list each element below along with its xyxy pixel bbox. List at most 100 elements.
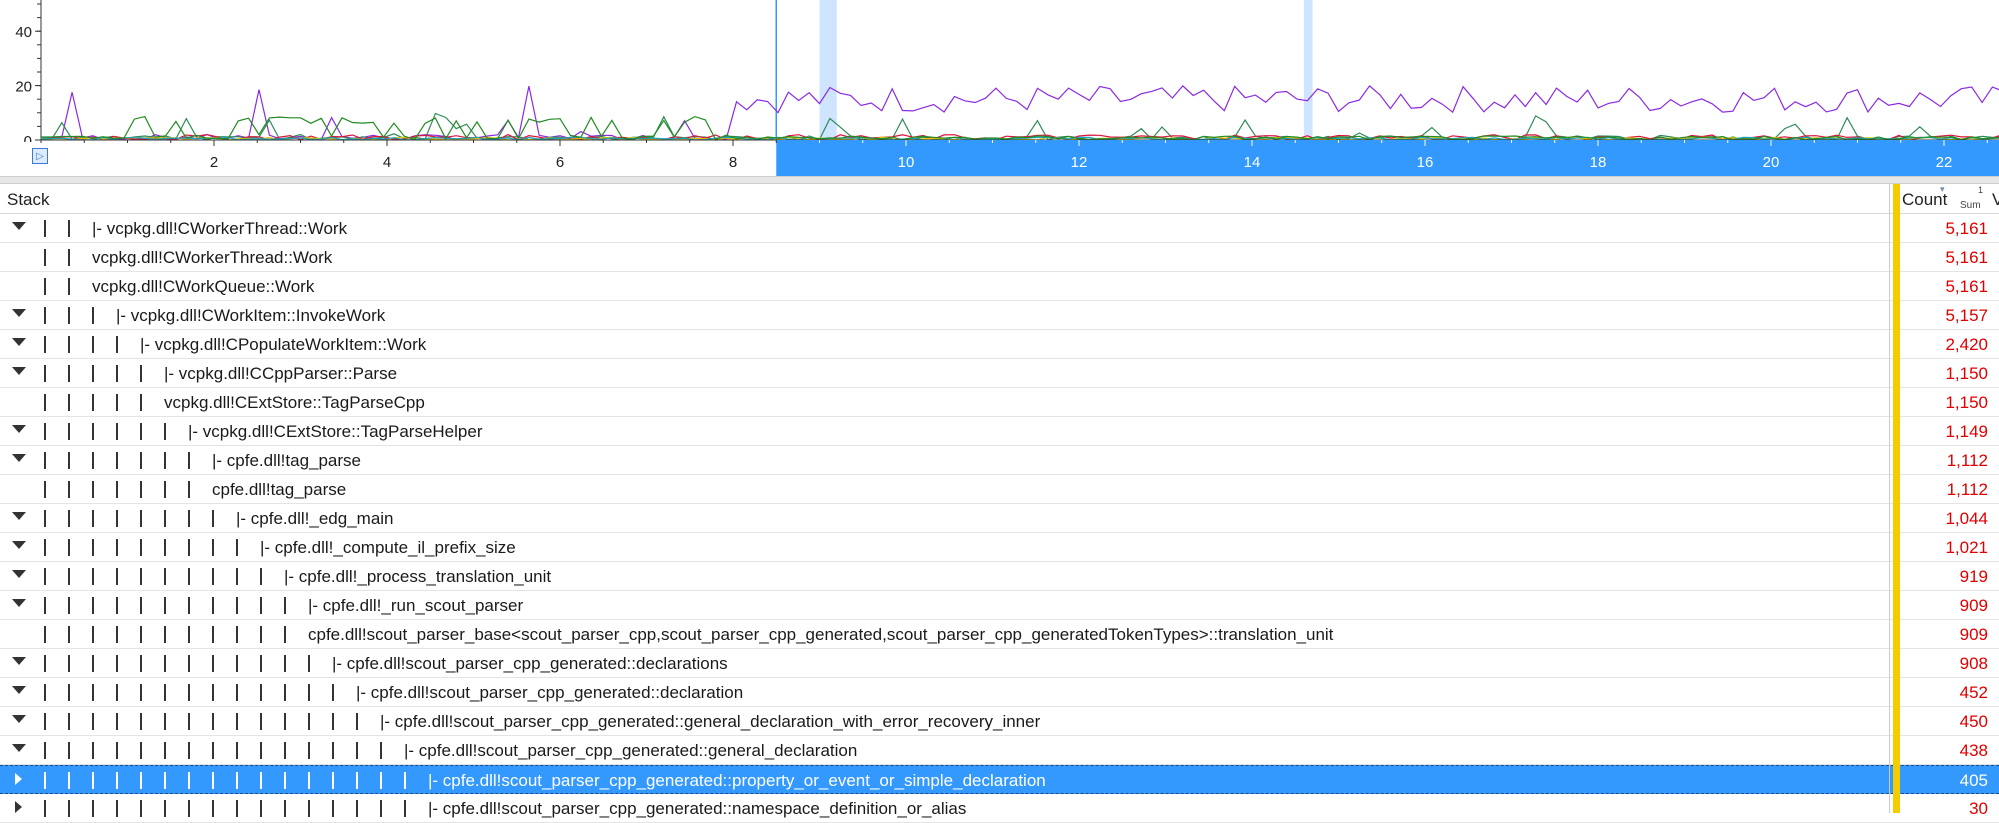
tree-guide-line: [188, 481, 190, 498]
tree-guide-line: [116, 394, 118, 411]
table-row[interactable]: |- cpfe.dll!scout_parser_cpp_generated::…: [0, 707, 1999, 736]
tree-guide-line: [116, 655, 118, 672]
x-tick-label: 12: [1071, 154, 1088, 171]
collapse-arrow-icon[interactable]: [12, 657, 26, 665]
tree-guide-line: [140, 713, 142, 730]
collapse-arrow-icon[interactable]: [12, 686, 26, 694]
column-header-next[interactable]: V: [1992, 190, 1999, 210]
collapse-arrow-icon[interactable]: [12, 599, 26, 607]
time-axis-svg[interactable]: 2468101214161820222426283032343638404244: [0, 140, 1999, 176]
collapse-arrow-icon[interactable]: [12, 570, 26, 578]
tree-guide-line: [68, 684, 70, 701]
table-row[interactable]: vcpkg.dll!CWorkerThread::Work 5,161: [0, 243, 1999, 272]
tree-guide-line: [44, 307, 46, 324]
count-cell: 5,161: [1945, 277, 1988, 296]
stack-frame-label: vcpkg.dll!CWorkerThread::Work: [92, 248, 333, 267]
tree-guide-line: [44, 481, 46, 498]
tree-guide-line: [332, 800, 334, 817]
collapse-arrow-icon[interactable]: [12, 454, 26, 462]
stack-frame-label: |- vcpkg.dll!CExtStore::TagParseHelper: [188, 422, 483, 441]
tree-guide-line: [68, 423, 70, 440]
collapse-arrow-icon[interactable]: [12, 744, 26, 752]
table-row[interactable]: |- cpfe.dll!scout_parser_cpp_generated::…: [0, 678, 1999, 707]
table-row[interactable]: vcpkg.dll!CExtStore::TagParseCpp 1,150: [0, 388, 1999, 417]
table-row[interactable]: |- cpfe.dll!tag_parse 1,112: [0, 446, 1999, 475]
tree-guide-line: [284, 684, 286, 701]
tree-guide-line: [260, 742, 262, 759]
x-tick-label: 2: [210, 154, 218, 171]
table-row[interactable]: |- cpfe.dll!scout_parser_cpp_generated::…: [0, 794, 1999, 823]
expand-graph-button[interactable]: ▷: [32, 148, 48, 164]
tree-guide-line: [44, 568, 46, 585]
table-row[interactable]: |- cpfe.dll!_run_scout_parser 909: [0, 591, 1999, 620]
tree-guide-line: [44, 510, 46, 527]
table-row[interactable]: |- vcpkg.dll!CWorkerThread::Work 5,161: [0, 214, 1999, 243]
tree-guide-line: [92, 307, 94, 324]
table-row[interactable]: |- cpfe.dll!scout_parser_cpp_generated::…: [0, 736, 1999, 765]
count-cell: 450: [1959, 712, 1988, 731]
collapse-arrow-icon[interactable]: [12, 512, 26, 520]
column-header-stack[interactable]: Stack: [7, 190, 50, 210]
tree-guide-line: [164, 452, 166, 469]
column-separator[interactable]: [1889, 184, 1890, 813]
collapse-arrow-icon[interactable]: [12, 222, 26, 230]
tree-guide-line: [212, 510, 214, 527]
time-axis[interactable]: 2468101214161820222426283032343638404244: [0, 140, 1999, 176]
table-row[interactable]: |- cpfe.dll!scout_parser_cpp_generated::…: [0, 649, 1999, 678]
tree-guide-line: [236, 626, 238, 643]
collapse-arrow-icon[interactable]: [12, 338, 26, 346]
x-tick-label: 8: [729, 154, 737, 171]
table-row[interactable]: |- vcpkg.dll!CExtStore::TagParseHelper 1,…: [0, 417, 1999, 446]
tree-guide-line: [140, 423, 142, 440]
stack-frame-label: |- cpfe.dll!scout_parser_cpp_generated::…: [404, 741, 858, 760]
count-cell: 5,157: [1945, 306, 1988, 325]
tree-guide-line: [92, 539, 94, 556]
collapse-arrow-icon[interactable]: [12, 309, 26, 317]
tree-guide-line: [92, 568, 94, 585]
tree-guide-line: [116, 481, 118, 498]
stack-frame-label: |- cpfe.dll!scout_parser_cpp_generated::…: [428, 771, 1046, 790]
timeline-chart-svg[interactable]: 40200: [0, 0, 1999, 142]
tree-guide-line: [140, 539, 142, 556]
count-cell: 452: [1959, 683, 1988, 702]
table-row[interactable]: |- cpfe.dll!_compute_il_prefix_size 1,021: [0, 533, 1999, 562]
collapse-arrow-icon[interactable]: [12, 715, 26, 723]
tree-guide-line: [308, 742, 310, 759]
collapse-arrow-icon[interactable]: [12, 425, 26, 433]
tree-guide-line: [188, 742, 190, 759]
collapse-arrow-icon[interactable]: [12, 367, 26, 375]
tree-guide-line: [68, 220, 70, 237]
stack-frame-label: |- vcpkg.dll!CCppParser::Parse: [164, 364, 398, 383]
expand-arrow-icon[interactable]: [15, 773, 22, 785]
table-row[interactable]: vcpkg.dll!CWorkQueue::Work 5,161: [0, 272, 1999, 301]
tree-guide-line: [188, 452, 190, 469]
count-cell: 909: [1959, 625, 1988, 644]
timeline-graph[interactable]: 40 20 0: [0, 0, 1999, 142]
tree-guide-line: [164, 481, 166, 498]
table-row[interactable]: |- cpfe.dll!_edg_main 1,044: [0, 504, 1999, 533]
table-row[interactable]: |- cpfe.dll!_process_translation_unit 919: [0, 562, 1999, 591]
splitter-bar[interactable]: [0, 176, 1999, 184]
table-row[interactable]: cpfe.dll!scout_parser_base<scout_parser_…: [0, 620, 1999, 649]
highlight-region: [1303, 0, 1313, 140]
tree-guide-line: [116, 772, 118, 789]
tree-guide-line: [92, 365, 94, 382]
tree-guide-line: [68, 510, 70, 527]
grouping-bar[interactable]: [1893, 184, 1900, 813]
count-cell: 405: [1959, 771, 1988, 790]
collapse-arrow-icon[interactable]: [12, 541, 26, 549]
table-row[interactable]: |- vcpkg.dll!CPopulateWorkItem::Work 2,42…: [0, 330, 1999, 359]
tree-guide-line: [236, 539, 238, 556]
tree-guide-line: [356, 800, 358, 817]
tree-guide-line: [68, 307, 70, 324]
expand-arrow-icon[interactable]: [15, 801, 22, 813]
table-row[interactable]: cpfe.dll!tag_parse 1,112: [0, 475, 1999, 504]
tree-guide-line: [188, 772, 190, 789]
table-row[interactable]: |- cpfe.dll!scout_parser_cpp_generated::…: [0, 765, 1999, 794]
tree-guide-line: [68, 452, 70, 469]
highlight-region: [819, 0, 837, 140]
table-row[interactable]: |- vcpkg.dll!CWorkItem::InvokeWork 5,157: [0, 301, 1999, 330]
count-cell: 1,112: [1946, 451, 1988, 470]
table-row[interactable]: |- vcpkg.dll!CCppParser::Parse 1,150: [0, 359, 1999, 388]
stack-table: Stack Count ▾ 1 Sum V |- vcpkg.dll!CWork…: [0, 184, 1999, 823]
